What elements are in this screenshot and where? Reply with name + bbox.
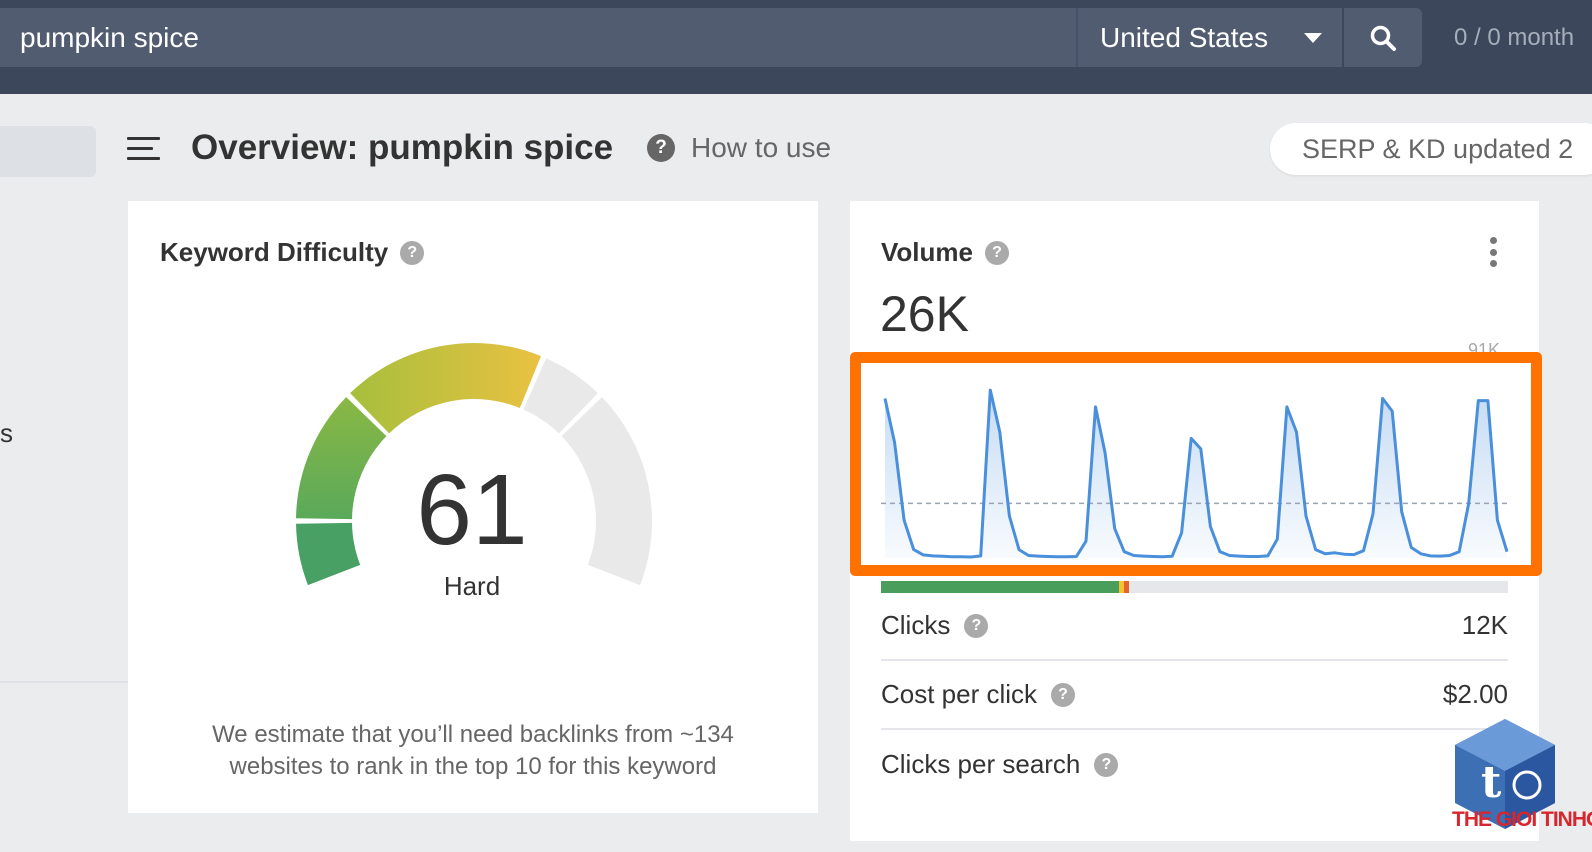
help-icon[interactable]: ? xyxy=(400,240,425,265)
metric-label-wrap: Cost per click ? xyxy=(881,679,1076,710)
kd-card-title: Keyword Difficulty ? xyxy=(160,237,425,268)
how-to-use-link[interactable]: ? How to use xyxy=(647,132,831,164)
more-options-icon[interactable] xyxy=(1489,237,1497,267)
country-select-value: United States xyxy=(1100,22,1269,53)
kd-title-label: Keyword Difficulty xyxy=(160,237,389,267)
volume-trend-chart xyxy=(881,388,1511,559)
help-icon[interactable]: ? xyxy=(964,613,989,638)
kd-rating: Hard xyxy=(443,571,501,601)
sidebar-collapsed-item[interactable] xyxy=(0,126,96,177)
help-icon[interactable]: ? xyxy=(1051,682,1076,707)
volume-card-title: Volume ? xyxy=(881,237,1009,268)
metric-label: Clicks xyxy=(881,610,951,640)
volume-value: 26K xyxy=(880,286,969,342)
top-bar: United States 0 / 0 month xyxy=(0,0,1592,94)
watermark-text: THE GIOI TINHOC xyxy=(1452,808,1592,831)
keyword-difficulty-card: Keyword Difficulty ? 61 Hard We estimate… xyxy=(128,201,818,813)
metric-label: Clicks per search xyxy=(881,749,1081,779)
search-input[interactable] xyxy=(20,8,1060,67)
metric-row: Clicks ? 12K xyxy=(881,592,1508,661)
search-icon xyxy=(1370,25,1396,51)
svg-text:t: t xyxy=(1481,757,1502,808)
quota-counter: 0 / 0 month xyxy=(1454,24,1575,51)
metric-row: Clicks per search ? 0.48 xyxy=(881,730,1508,799)
how-to-use-label: How to use xyxy=(691,132,832,163)
serp-updated-badge: SERP & KD updated 2 xyxy=(1270,123,1592,175)
search-button[interactable] xyxy=(1344,8,1422,67)
menu-icon[interactable] xyxy=(127,137,160,163)
metric-value: 12K xyxy=(1461,610,1508,640)
volume-area-fill xyxy=(885,390,1507,558)
metric-row: Cost per click ? $2.00 xyxy=(881,661,1508,730)
metric-label-wrap: Clicks per search ? xyxy=(881,749,1119,780)
volume-title-label: Volume xyxy=(881,237,973,267)
volume-trend-chart-highlight xyxy=(850,352,1542,576)
help-icon: ? xyxy=(647,134,675,162)
gauge-segment-super-hard xyxy=(561,397,652,586)
sidebar-partial-text: s xyxy=(0,418,13,448)
search-box[interactable] xyxy=(0,8,1076,67)
gauge-segment-easy xyxy=(296,522,361,586)
kd-score: 61 xyxy=(416,454,528,566)
gauge-segment-hard xyxy=(350,343,541,434)
country-select[interactable]: United States xyxy=(1076,8,1342,67)
kd-description: We estimate that you’ll need backlinks f… xyxy=(212,721,734,780)
page-title: Overview: pumpkin spice xyxy=(191,128,614,167)
metric-label: Cost per click xyxy=(881,679,1038,709)
sidebar-divider xyxy=(0,681,128,683)
metric-value: $2.00 xyxy=(1442,679,1508,709)
volume-card: Volume ? 26K 91K Clicks ? 12K Cost per c… xyxy=(850,201,1542,841)
help-icon[interactable]: ? xyxy=(1094,752,1119,777)
help-icon[interactable]: ? xyxy=(984,240,1009,265)
metric-label-wrap: Clicks ? xyxy=(881,610,989,641)
caret-down-icon xyxy=(1304,33,1322,43)
